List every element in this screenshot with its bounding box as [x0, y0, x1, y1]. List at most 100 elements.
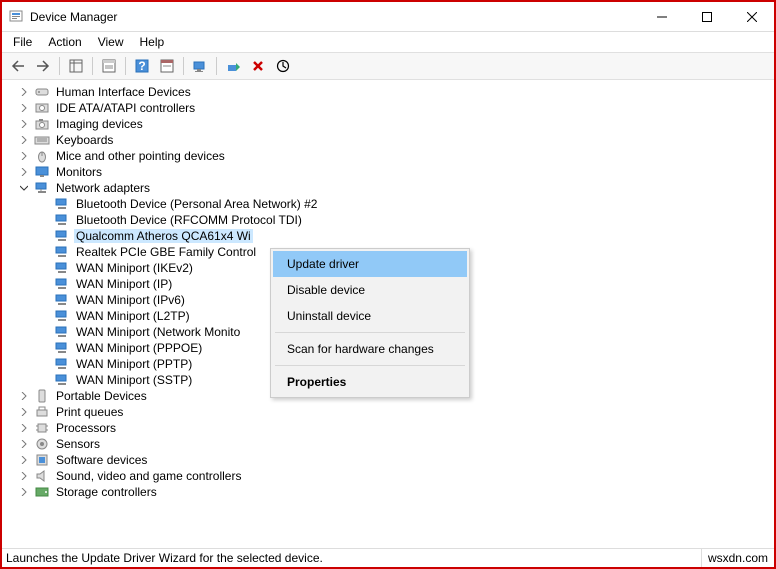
tree-label: Human Interface Devices [54, 85, 193, 99]
tree-label: Storage controllers [54, 485, 159, 499]
tree-node-sound[interactable]: Sound, video and game controllers [4, 468, 772, 484]
disable-button[interactable] [271, 55, 295, 77]
toolbar: ? [2, 52, 774, 80]
tree-node-monitors[interactable]: Monitors [4, 164, 772, 180]
monitor-icon [34, 164, 50, 180]
menubar: File Action View Help [2, 32, 774, 52]
tree-label: IDE ATA/ATAPI controllers [54, 101, 197, 115]
app-icon [8, 9, 24, 25]
adapter-icon [54, 324, 70, 340]
window-title: Device Manager [30, 10, 639, 24]
tree-label: WAN Miniport (IPv6) [74, 293, 187, 307]
update-driver-button[interactable] [221, 55, 245, 77]
software-icon [34, 452, 50, 468]
tree-node-mice[interactable]: Mice and other pointing devices [4, 148, 772, 164]
svg-text:?: ? [138, 59, 145, 73]
tree-label: WAN Miniport (IP) [74, 277, 174, 291]
tree-node-network[interactable]: Network adapters [4, 180, 772, 196]
tree-label: Network adapters [54, 181, 152, 195]
adapter-icon [54, 196, 70, 212]
context-scan-hardware[interactable]: Scan for hardware changes [273, 336, 467, 362]
chevron-right-icon[interactable] [18, 486, 30, 498]
sensor-icon [34, 436, 50, 452]
chevron-right-icon[interactable] [18, 166, 30, 178]
forward-button[interactable] [31, 55, 55, 77]
scan-hardware-button[interactable] [188, 55, 212, 77]
tree-node-bt-pan[interactable]: Bluetooth Device (Personal Area Network)… [4, 196, 772, 212]
camera-icon [34, 116, 50, 132]
tree-label: Software devices [54, 453, 149, 467]
drive-icon [34, 100, 50, 116]
chevron-right-icon[interactable] [18, 470, 30, 482]
menu-help[interactable]: Help [133, 33, 172, 51]
hid-icon [34, 84, 50, 100]
toolbar-separator [216, 57, 217, 75]
show-hide-tree-button[interactable] [64, 55, 88, 77]
tree-node-ide[interactable]: IDE ATA/ATAPI controllers [4, 100, 772, 116]
chevron-right-icon[interactable] [18, 422, 30, 434]
tree-node-keyboards[interactable]: Keyboards [4, 132, 772, 148]
device-tree[interactable]: Human Interface Devices IDE ATA/ATAPI co… [2, 80, 774, 548]
chevron-right-icon[interactable] [18, 134, 30, 146]
menu-file[interactable]: File [6, 33, 39, 51]
action-button[interactable] [155, 55, 179, 77]
portable-icon [34, 388, 50, 404]
adapter-icon [54, 308, 70, 324]
chevron-right-icon[interactable] [18, 454, 30, 466]
menu-action[interactable]: Action [41, 33, 88, 51]
menu-view[interactable]: View [91, 33, 131, 51]
tree-label: Realtek PCIe GBE Family Control [74, 245, 258, 259]
tree-node-hid[interactable]: Human Interface Devices [4, 84, 772, 100]
tree-label: Bluetooth Device (Personal Area Network)… [74, 197, 319, 211]
tree-label: WAN Miniport (IKEv2) [74, 261, 195, 275]
tree-label: Sensors [54, 437, 102, 451]
tree-label: Mice and other pointing devices [54, 149, 227, 163]
tree-node-software[interactable]: Software devices [4, 452, 772, 468]
maximize-button[interactable] [684, 3, 729, 31]
tree-label: Sound, video and game controllers [54, 469, 243, 483]
tree-node-sensors[interactable]: Sensors [4, 436, 772, 452]
tree-node-bt-rfcomm[interactable]: Bluetooth Device (RFCOMM Protocol TDI) [4, 212, 772, 228]
adapter-icon [54, 356, 70, 372]
tree-node-storage[interactable]: Storage controllers [4, 484, 772, 500]
back-button[interactable] [6, 55, 30, 77]
tree-node-qualcomm[interactable]: Qualcomm Atheros QCA61x4 Wi [4, 228, 772, 244]
context-update-driver[interactable]: Update driver [273, 251, 467, 277]
chevron-down-icon[interactable] [18, 182, 30, 194]
chevron-right-icon[interactable] [18, 406, 30, 418]
properties-button[interactable] [97, 55, 121, 77]
adapter-icon [54, 340, 70, 356]
help-button[interactable]: ? [130, 55, 154, 77]
tree-label: Processors [54, 421, 118, 435]
context-separator [275, 365, 465, 366]
chevron-right-icon[interactable] [18, 390, 30, 402]
toolbar-separator [183, 57, 184, 75]
context-menu: Update driver Disable device Uninstall d… [270, 248, 470, 398]
uninstall-button[interactable] [246, 55, 270, 77]
chevron-right-icon[interactable] [18, 102, 30, 114]
chevron-right-icon[interactable] [18, 86, 30, 98]
window-controls [639, 3, 774, 31]
toolbar-separator [92, 57, 93, 75]
context-properties[interactable]: Properties [273, 369, 467, 395]
tree-label: Print queues [54, 405, 125, 419]
tree-node-printqueues[interactable]: Print queues [4, 404, 772, 420]
adapter-icon [54, 372, 70, 388]
statusbar-right: wsxdn.com [701, 549, 774, 567]
minimize-button[interactable] [639, 3, 684, 31]
keyboard-icon [34, 132, 50, 148]
toolbar-separator [59, 57, 60, 75]
tree-node-imaging[interactable]: Imaging devices [4, 116, 772, 132]
chevron-right-icon[interactable] [18, 118, 30, 130]
context-disable-device[interactable]: Disable device [273, 277, 467, 303]
tree-label: Keyboards [54, 133, 115, 147]
close-button[interactable] [729, 3, 774, 31]
tree-node-processors[interactable]: Processors [4, 420, 772, 436]
tree-label: WAN Miniport (PPTP) [74, 357, 194, 371]
chevron-right-icon[interactable] [18, 150, 30, 162]
tree-label: WAN Miniport (SSTP) [74, 373, 194, 387]
context-uninstall-device[interactable]: Uninstall device [273, 303, 467, 329]
printer-icon [34, 404, 50, 420]
adapter-icon [54, 244, 70, 260]
chevron-right-icon[interactable] [18, 438, 30, 450]
